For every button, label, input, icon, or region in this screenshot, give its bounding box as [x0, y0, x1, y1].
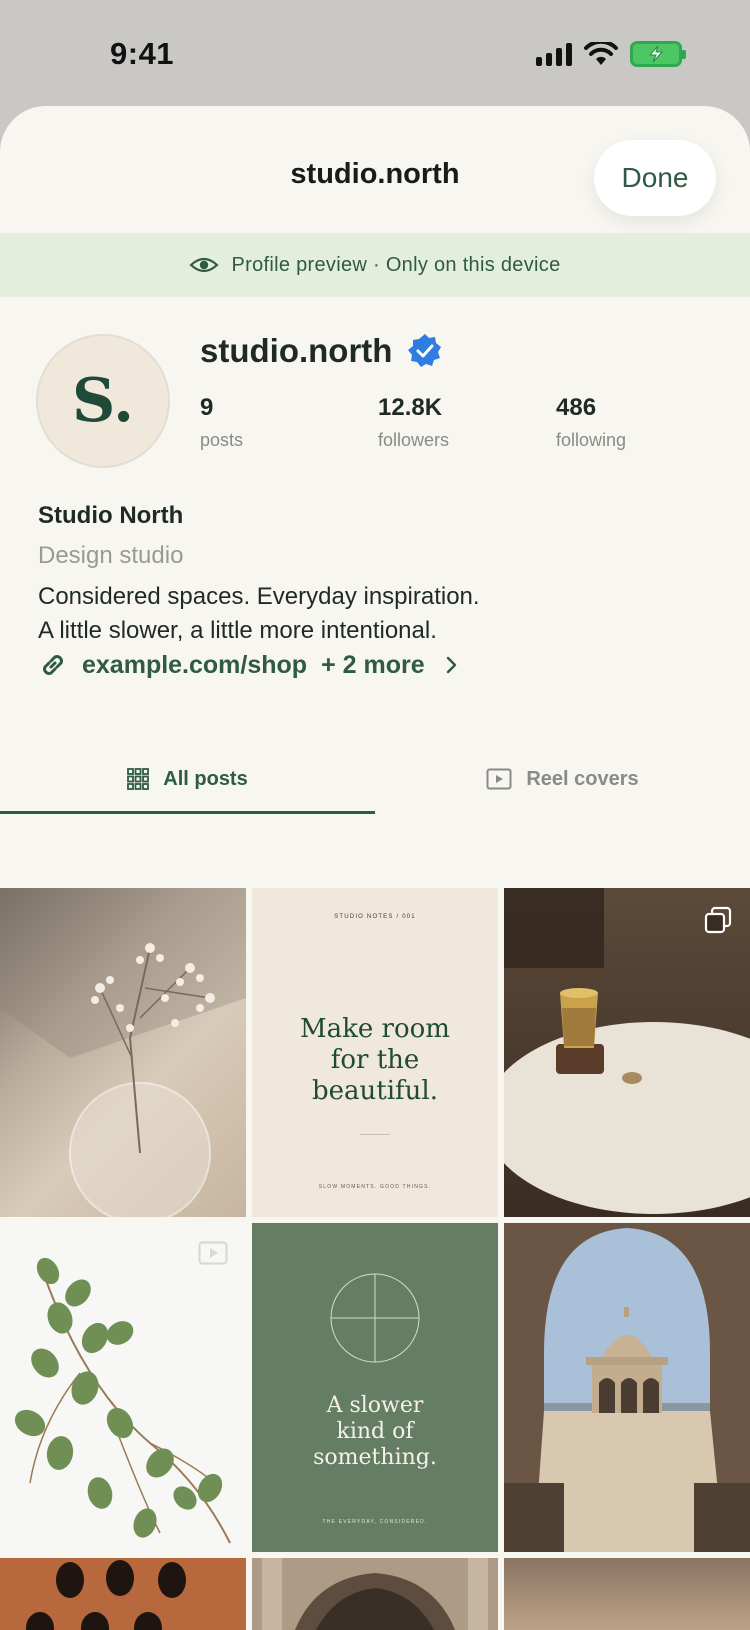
tile-headline: A slower kind of something.	[252, 1393, 498, 1471]
post-tile-terracotta[interactable]	[0, 1558, 246, 1630]
coffee-image	[504, 888, 750, 1214]
post-tile-dried-flowers[interactable]	[0, 888, 246, 1217]
sheet-header: studio.north Done	[0, 106, 750, 234]
headline-line: for the	[330, 1045, 420, 1075]
username-row: studio.north	[200, 332, 444, 370]
chevron-right-icon	[446, 656, 456, 674]
headline-line: A slower	[326, 1393, 424, 1418]
preview-banner: Profile preview · Only on this device	[0, 233, 750, 297]
status-time: 9:41	[110, 36, 175, 71]
stat-label: following	[556, 430, 627, 450]
bio-line: A little slower, a little more intention…	[38, 617, 437, 644]
post-tile-coffee[interactable]	[504, 888, 750, 1217]
stat-label: followers	[378, 430, 450, 450]
headline-line: something.	[313, 1445, 437, 1470]
profile-tabs: All posts Reel covers	[0, 746, 750, 814]
carousel-icon	[704, 906, 732, 934]
tab-all-posts[interactable]: All posts	[0, 746, 375, 814]
active-tab-indicator	[0, 811, 375, 814]
tab-reel-covers[interactable]: Reel covers	[375, 746, 750, 812]
headline-line: Make room	[300, 1014, 450, 1044]
avatar[interactable]: S.	[36, 334, 170, 468]
wifi-icon	[584, 42, 618, 65]
headline-line: beautiful.	[312, 1076, 438, 1106]
profile-bio: Considered spaces. Everyday inspiration.…	[38, 580, 480, 648]
link-text[interactable]: example.com/shop	[82, 651, 307, 680]
stat-following[interactable]: 486 following	[556, 394, 626, 451]
tile-headline: Make room for the beautiful.	[252, 1014, 498, 1107]
battery-charging-icon	[630, 41, 686, 67]
divider	[360, 1134, 390, 1135]
carved-arch-image	[252, 1558, 498, 1630]
tab-label: Reel covers	[526, 767, 639, 790]
tile-footer: THE EVERYDAY, CONSIDERED.	[322, 1519, 428, 1525]
bio-line: Considered spaces. Everyday inspiration.	[38, 583, 480, 610]
cellular-signal-icon	[536, 42, 572, 66]
stat-value: 9	[200, 394, 214, 421]
post-tile-arch[interactable]	[504, 1223, 750, 1552]
stat-followers[interactable]: 12.8K followers	[378, 394, 449, 451]
tile-footer: SLOW MOMENTS. GOOD THINGS.	[318, 1184, 432, 1190]
status-bar: 9:41	[0, 0, 750, 104]
status-icons	[536, 40, 686, 68]
post-tile-slower[interactable]: A slower kind of something. THE EVERYDAY…	[252, 1223, 498, 1552]
eucalyptus-image	[14, 1257, 231, 1544]
username: studio.north	[200, 332, 393, 369]
stat-posts[interactable]: 9 posts	[200, 394, 243, 451]
verified-badge-icon	[408, 334, 442, 367]
tile-kicker: STUDIO NOTES / 001	[334, 914, 416, 920]
dried-flowers-image	[0, 888, 246, 1217]
circle-graphic	[330, 1273, 420, 1363]
display-name: Studio North	[38, 502, 184, 529]
link-icon	[43, 655, 63, 675]
done-button[interactable]: Done	[594, 140, 716, 216]
profile-preview-sheet: studio.north Done Profile preview · Only…	[0, 106, 750, 1630]
reel-icon	[198, 1241, 228, 1265]
stat-value: 486	[556, 394, 597, 421]
arch-image	[504, 1223, 750, 1552]
terracotta-image	[26, 1560, 186, 1630]
stat-value: 12.8K	[378, 394, 443, 421]
post-tile-studio-notes[interactable]: STUDIO NOTES / 001 Make room for the bea…	[252, 888, 498, 1217]
preview-banner-text: Profile preview · Only on this device	[231, 253, 561, 276]
post-tile-sky[interactable]	[504, 1558, 750, 1630]
stat-label: posts	[200, 430, 244, 450]
profile-category: Design studio	[38, 542, 184, 569]
profile-links[interactable]: example.com/shop + 2 more	[38, 650, 459, 680]
reel-icon	[486, 768, 512, 790]
post-tile-eucalyptus[interactable]	[0, 1223, 246, 1552]
grid-icon	[127, 768, 150, 790]
link-more[interactable]: + 2 more	[321, 651, 425, 680]
post-tile-carved-arch[interactable]	[252, 1558, 498, 1630]
headline-line: kind of	[336, 1419, 414, 1444]
tab-label: All posts	[163, 767, 248, 790]
eye-icon	[189, 257, 220, 273]
